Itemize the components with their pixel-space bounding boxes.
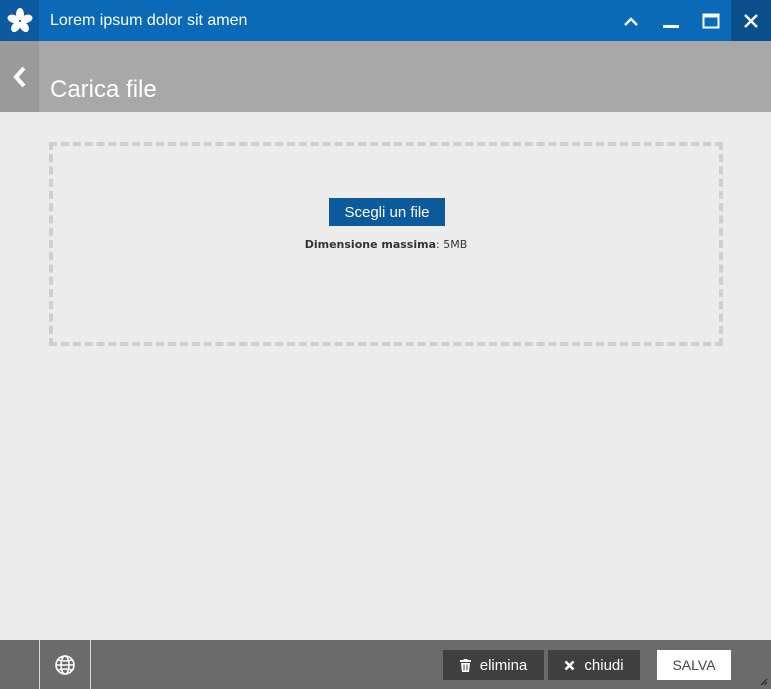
back-button[interactable] <box>0 41 39 112</box>
asterisk-icon[interactable] <box>0 0 39 41</box>
delete-label: elimina <box>479 656 528 674</box>
resize-grip-icon[interactable] <box>760 678 768 686</box>
close-button[interactable]: chiudi <box>548 650 640 680</box>
globe-icon <box>55 654 75 675</box>
close-icon <box>744 13 758 28</box>
close-label: chiudi <box>584 656 624 674</box>
window-title: Lorem ipsum dolor sit amen <box>50 12 248 29</box>
language-button[interactable] <box>39 640 91 689</box>
maximize-icon <box>702 13 720 28</box>
collapse-button[interactable] <box>611 0 651 41</box>
page-header: Carica file <box>0 41 771 112</box>
max-size-value: : 5MB <box>436 238 468 251</box>
chevron-up-icon <box>624 16 638 26</box>
max-size-info: Dimensione massima: 5MB <box>53 238 719 251</box>
window-titlebar: Lorem ipsum dolor sit amen <box>0 0 771 41</box>
file-dropzone[interactable]: Scegli un file Dimensione massima: 5MB <box>49 142 723 346</box>
footer-bar: elimina chiudi SALVA <box>0 640 771 689</box>
maximize-button[interactable] <box>691 0 731 41</box>
close-icon <box>564 660 575 670</box>
page-title: Carica file <box>50 76 157 103</box>
save-button[interactable]: SALVA <box>657 650 731 680</box>
trash-icon <box>459 658 471 672</box>
chevron-left-icon <box>12 66 25 87</box>
max-size-label: Dimensione massima <box>304 238 437 251</box>
choose-file-button[interactable]: Scegli un file <box>329 198 445 226</box>
minimize-button[interactable] <box>651 0 691 41</box>
delete-button[interactable]: elimina <box>443 650 544 680</box>
close-window-button[interactable] <box>731 0 771 41</box>
minimize-icon <box>663 24 679 28</box>
